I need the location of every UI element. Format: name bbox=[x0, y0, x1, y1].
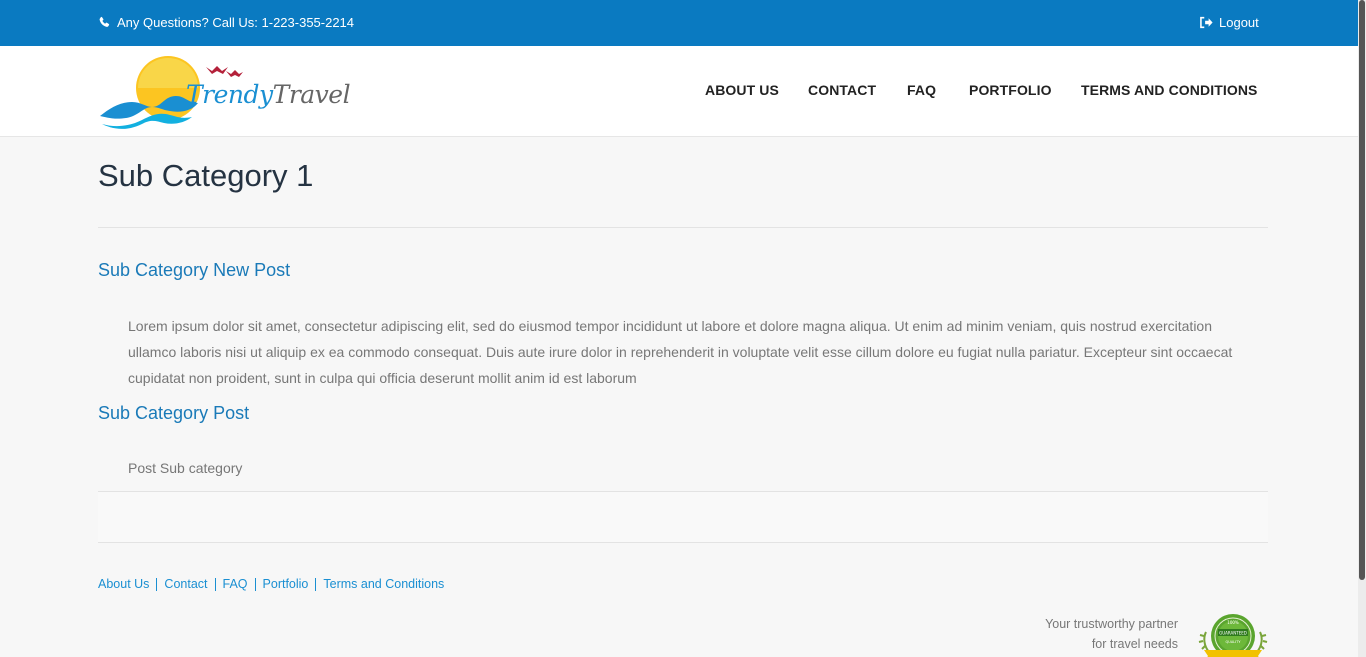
site-header: TrendyTravel ABOUT US CONTACT FAQ PORTFO… bbox=[0, 46, 1358, 137]
quality-seal: 100% GUARANTEED QUALITY bbox=[1198, 610, 1268, 657]
link-separator bbox=[315, 577, 317, 591]
link-separator bbox=[214, 577, 216, 591]
phone-text: Any Questions? Call Us: 1-223-355-2214 bbox=[117, 15, 355, 30]
tagline-line-2: for travel needs bbox=[1091, 637, 1178, 651]
logout-link[interactable]: Logout bbox=[1199, 15, 1259, 30]
post-title-link[interactable]: Sub Category New Post bbox=[98, 260, 290, 281]
footer-link-terms[interactable]: Terms and Conditions bbox=[323, 577, 444, 591]
footer-links: About Us Contact FAQ Portfolio Terms and… bbox=[98, 577, 444, 591]
tagline-line-1: Your trustworthy partner bbox=[1045, 617, 1178, 631]
title-divider bbox=[98, 227, 1268, 228]
footer-link-contact[interactable]: Contact bbox=[164, 577, 207, 591]
footer-tagline: Your trustworthy partner for travel need… bbox=[1045, 614, 1178, 654]
pagination-area bbox=[98, 492, 1268, 543]
link-separator bbox=[156, 577, 158, 591]
footer-link-about-us[interactable]: About Us bbox=[98, 577, 149, 591]
nav-item-terms[interactable]: TERMS AND CONDITIONS bbox=[1081, 82, 1257, 98]
top-bar: Any Questions? Call Us: 1-223-355-2214 L… bbox=[0, 0, 1358, 46]
main-nav: ABOUT US CONTACT FAQ PORTFOLIO TERMS AND… bbox=[0, 82, 1358, 102]
contact-phone: Any Questions? Call Us: 1-223-355-2214 bbox=[98, 15, 354, 30]
svg-text:GUARANTEED: GUARANTEED bbox=[1219, 631, 1247, 636]
nav-item-about-us[interactable]: ABOUT US bbox=[705, 82, 779, 98]
nav-item-portfolio[interactable]: PORTFOLIO bbox=[969, 82, 1052, 98]
quality-seal-icon: 100% GUARANTEED QUALITY bbox=[1198, 614, 1268, 657]
page-scrollbar[interactable] bbox=[1358, 0, 1366, 657]
svg-text:100%: 100% bbox=[1227, 620, 1239, 625]
footer-link-portfolio[interactable]: Portfolio bbox=[263, 577, 309, 591]
post-excerpt: Lorem ipsum dolor sit amet, consectetur … bbox=[128, 318, 1233, 386]
link-separator bbox=[254, 577, 256, 591]
logout-label: Logout bbox=[1219, 15, 1259, 30]
nav-item-faq[interactable]: FAQ bbox=[907, 82, 936, 98]
page-title: Sub Category 1 bbox=[98, 158, 314, 193]
phone-icon bbox=[99, 16, 110, 27]
svg-text:QUALITY: QUALITY bbox=[1226, 640, 1242, 644]
post-title-link[interactable]: Sub Category Post bbox=[98, 403, 249, 424]
sign-out-icon bbox=[1200, 16, 1213, 29]
post-excerpt: Post Sub category bbox=[128, 460, 243, 476]
footer-link-faq[interactable]: FAQ bbox=[223, 577, 248, 591]
scrollbar-thumb[interactable] bbox=[1359, 0, 1365, 580]
nav-item-contact[interactable]: CONTACT bbox=[808, 82, 876, 98]
